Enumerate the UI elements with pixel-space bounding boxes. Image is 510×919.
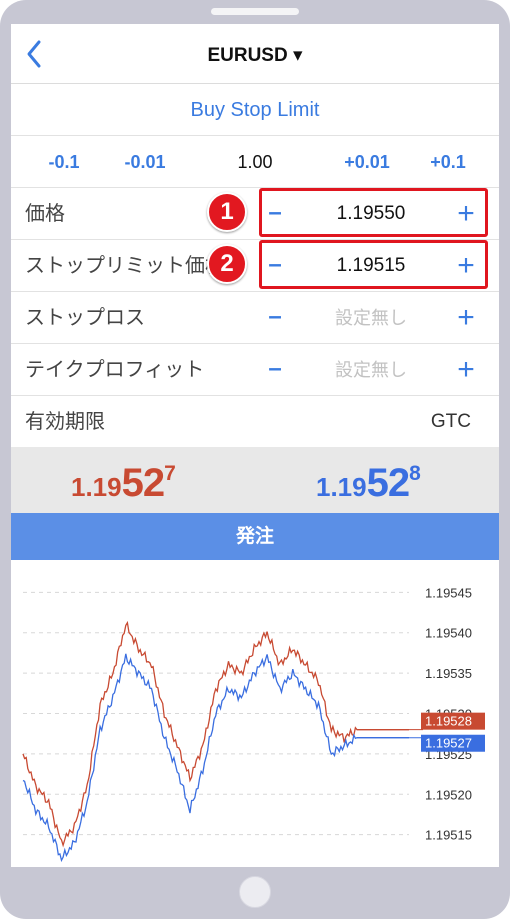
series-line [22,653,409,863]
stop-loss-row: ストップロス – 設定無し + [11,292,499,344]
ask-price-prefix: 1.19 [316,472,367,502]
ask-price: 1.19528 [316,461,421,506]
step-row: -0.1 -0.01 1.00 +0.01 +0.1 [11,136,499,188]
take-profit-minus-button[interactable]: – [263,344,287,394]
stop-limit-highlight-box [259,240,488,289]
y-tick-label: 1.19540 [425,626,472,641]
take-profit-input[interactable]: 設定無し [301,344,441,396]
take-profit-label: テイクプロフィット [25,359,205,381]
volume-value: 1.00 [237,152,273,172]
stop-loss-label: ストップロス [25,307,145,329]
navigation-bar: EURUSD ▾ [11,24,499,84]
step-minus-0-01-button[interactable]: -0.01 [115,136,175,188]
ask-price-pips: 52 [366,461,410,505]
home-button[interactable] [239,876,271,908]
y-tick-label: 1.19535 [425,666,472,681]
price-highlight-box [259,188,488,237]
bid-price-pips: 52 [121,461,165,505]
stop-loss-minus-button[interactable]: – [263,292,287,342]
bid-price: 1.19527 [71,461,176,506]
step-minus-0-1-button[interactable]: -0.1 [39,136,89,188]
chart-svg: 1.195451.195401.195351.195301.195251.195… [22,585,485,863]
bid-price-prefix: 1.19 [71,472,122,502]
expiry-label: 有効期限 [25,411,105,433]
symbol-selector[interactable]: EURUSD ▾ [11,44,499,67]
price-label: 価格 [25,203,65,225]
last-price-label: 1.19527 [425,736,472,751]
series-line [22,620,409,848]
phone-frame: EURUSD ▾ Buy Stop Limit -0.1 -0.01 1.00 … [0,0,510,919]
order-type-selector[interactable]: Buy Stop Limit [11,84,499,136]
place-order-button[interactable]: 発注 [11,513,499,560]
step-plus-0-1-button[interactable]: +0.1 [423,136,473,188]
app-screen: EURUSD ▾ Buy Stop Limit -0.1 -0.01 1.00 … [11,24,499,867]
expiry-row[interactable]: 有効期限 GTC [11,396,499,448]
stop-loss-plus-button[interactable]: + [453,292,479,344]
ask-price-fraction: 8 [409,462,421,485]
take-profit-row: テイクプロフィット – 設定無し + [11,344,499,396]
price-chart[interactable]: 1.195451.195401.195351.195301.195251.195… [11,560,499,867]
speaker-slot [211,8,299,15]
quote-panel: 1.19527 1.19528 [11,447,499,513]
annotation-badge-1: 1 [207,192,247,232]
annotation-badge-2: 2 [207,244,247,284]
bid-price-fraction: 7 [164,462,176,485]
step-plus-0-01-button[interactable]: +0.01 [337,136,397,188]
y-tick-label: 1.19515 [425,828,472,843]
take-profit-plus-button[interactable]: + [453,344,479,396]
y-tick-label: 1.19520 [425,787,472,802]
stop-loss-input[interactable]: 設定無し [301,292,441,344]
last-price-label: 1.19528 [425,714,472,729]
expiry-value[interactable]: GTC [431,396,471,448]
y-tick-label: 1.19545 [425,585,472,600]
